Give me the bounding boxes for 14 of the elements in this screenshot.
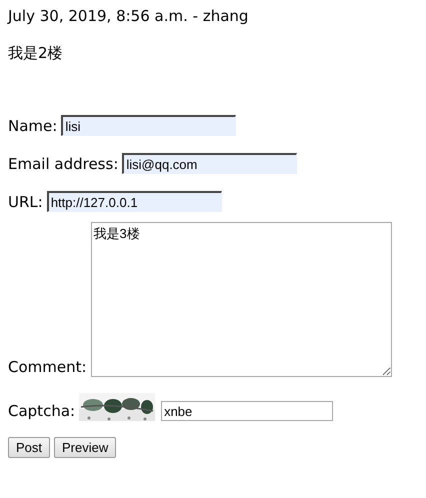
comment-text: 我是2楼 xyxy=(8,43,64,64)
form-button[interactable]: Preview xyxy=(54,437,116,458)
form-button[interactable]: Post xyxy=(8,437,50,458)
comment-field[interactable]: 我是3楼 xyxy=(90,222,392,377)
field-label: URL: xyxy=(8,192,43,212)
field-label: Email address: xyxy=(8,154,118,174)
captcha-field[interactable]: xnbe xyxy=(161,401,334,421)
comment-meta: July 30, 2019, 8:56 a.m. - zhang xyxy=(8,6,250,27)
input-field[interactable]: lisi@qq.com xyxy=(122,153,298,174)
input-field[interactable]: http://127.0.0.1 xyxy=(46,191,222,212)
field-label: Captcha: xyxy=(8,401,76,421)
field-label: Comment: xyxy=(8,357,87,377)
input-field[interactable]: lisi xyxy=(61,115,236,136)
field-label: Name: xyxy=(8,116,58,136)
